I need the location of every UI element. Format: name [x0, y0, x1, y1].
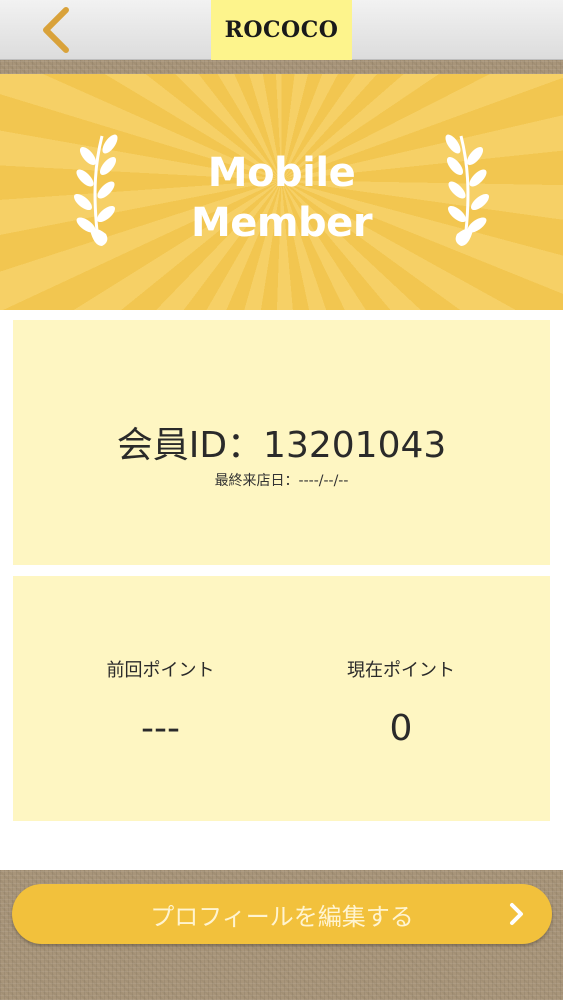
points-card: 前回ポイント --- 現在ポイント 0 — [13, 576, 550, 821]
last-visit-date: 最終来店日：----/--/-- — [214, 473, 349, 489]
member-id: 会員ID：13201043 — [116, 425, 447, 466]
previous-points-label: 前回ポイント — [106, 660, 215, 681]
chevron-right-icon — [510, 903, 523, 925]
texture-strip — [0, 60, 563, 74]
laurel-icon — [445, 134, 490, 246]
chevron-left-icon — [43, 7, 69, 53]
previous-points-value: --- — [141, 708, 180, 749]
current-points-value: 0 — [389, 708, 413, 749]
member-banner: Mobile Member — [0, 74, 563, 310]
edit-profile-button[interactable]: プロフィールを編集する — [12, 884, 552, 944]
member-id-card: 会員ID：13201043 最終来店日：----/--/-- — [13, 320, 550, 565]
current-points: 現在ポイント 0 — [281, 656, 521, 749]
edit-profile-label: プロフィールを編集する — [150, 902, 414, 931]
current-points-label: 現在ポイント — [347, 660, 455, 681]
back-button[interactable] — [28, 6, 76, 54]
previous-points: 前回ポイント --- — [23, 656, 298, 749]
app-logo: ROCOCO — [211, 0, 352, 60]
top-navigation-bar: ROCOCO — [0, 0, 563, 60]
